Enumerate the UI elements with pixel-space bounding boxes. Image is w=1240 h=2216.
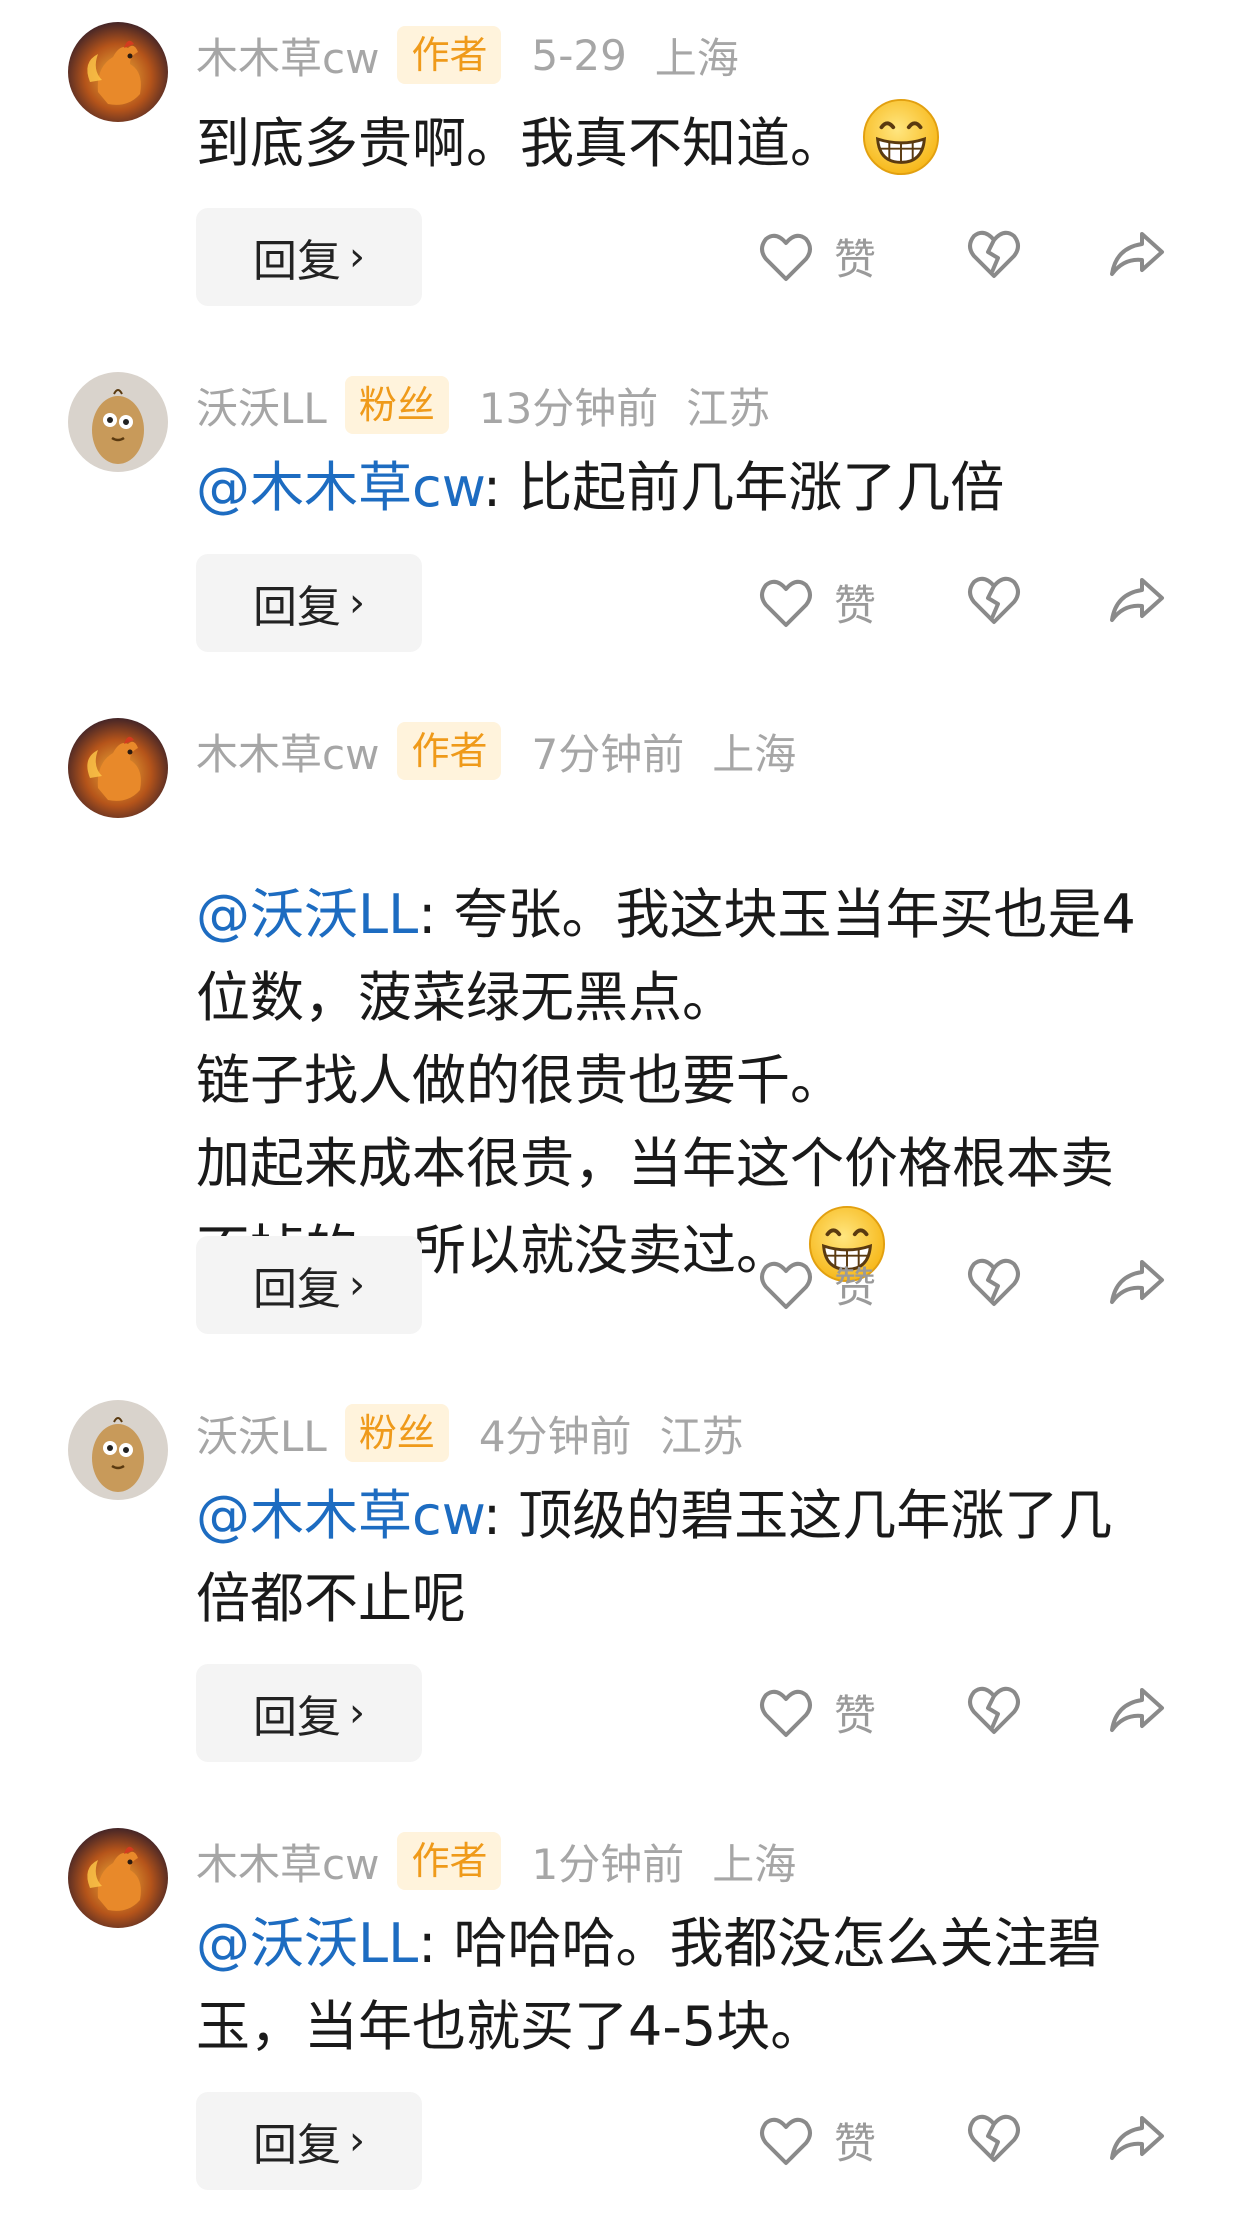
like-button[interactable]: 赞 xyxy=(758,572,876,633)
comment-meta: 木木草cw 作者 7分钟前 上海 xyxy=(196,720,796,782)
comment-meta: 木木草cw 作者 1分钟前 上海 xyxy=(196,1830,796,1892)
comment-text: @沃沃LL: 夸张。我这块玉当年买也是4位数，菠菜绿无黑点。 链子找人做的很贵也… xyxy=(196,790,1166,1292)
like-label: 赞 xyxy=(834,2119,877,2168)
like-button[interactable]: 赞 xyxy=(758,1254,876,1315)
share-button[interactable] xyxy=(1108,574,1166,630)
heart-outline-icon xyxy=(760,1261,812,1309)
comment-meta: 沃沃LL 粉丝 4分钟前 江苏 xyxy=(196,1402,744,1464)
mention-link[interactable]: @木木草cw xyxy=(196,1484,483,1547)
mention-link[interactable]: @沃沃LL xyxy=(196,1912,418,1975)
dislike-button[interactable] xyxy=(966,1256,1022,1312)
avatar[interactable] xyxy=(68,372,168,472)
comment-text: @沃沃LL: 哈哈哈。我都没怎么关注碧玉，当年也就买了4-5块。 xyxy=(196,1902,1166,2068)
timestamp: 4分钟前 xyxy=(478,1411,632,1461)
location: 上海 xyxy=(712,729,797,779)
reply-button[interactable]: 回复 › xyxy=(196,2092,422,2190)
reply-label: 回复 xyxy=(253,236,341,287)
share-arrow-icon xyxy=(1110,578,1164,622)
location: 江苏 xyxy=(686,383,771,433)
comment-content: 到底多贵啊。我真不知道。 xyxy=(196,112,844,175)
broken-heart-icon xyxy=(968,1258,1020,1306)
like-label: 赞 xyxy=(834,1691,877,1740)
like-label: 赞 xyxy=(834,235,877,284)
avatar[interactable] xyxy=(68,1400,168,1500)
timestamp: 5-29 xyxy=(531,30,627,80)
share-button[interactable] xyxy=(1108,1684,1166,1740)
reply-button[interactable]: 回复 › xyxy=(196,208,422,306)
comment-actions: 回复 › 赞 xyxy=(196,1664,1196,1764)
location: 江苏 xyxy=(659,1411,744,1461)
username[interactable]: 沃沃LL xyxy=(196,375,327,436)
avatar[interactable] xyxy=(68,22,168,122)
author-badge: 作者 xyxy=(397,1832,502,1890)
heart-outline-icon xyxy=(760,579,812,627)
username[interactable]: 木木草cw xyxy=(196,721,379,782)
username[interactable]: 木木草cw xyxy=(196,1831,379,1892)
heart-outline-icon xyxy=(760,2117,812,2165)
like-button[interactable]: 赞 xyxy=(758,226,876,287)
comment-meta: 沃沃LL 粉丝 13分钟前 江苏 xyxy=(196,374,770,436)
timestamp: 1分钟前 xyxy=(531,1839,685,1889)
reply-label: 回复 xyxy=(253,582,341,633)
mention-link[interactable]: @沃沃LL xyxy=(196,883,418,946)
dislike-button[interactable] xyxy=(966,2112,1022,2168)
author-badge: 作者 xyxy=(397,722,502,780)
share-arrow-icon xyxy=(1110,1688,1164,1732)
grin-emoji-icon xyxy=(862,98,940,176)
heart-outline-icon xyxy=(760,1689,812,1737)
timestamp: 7分钟前 xyxy=(531,729,685,779)
dislike-button[interactable] xyxy=(966,228,1022,284)
broken-heart-icon xyxy=(968,576,1020,624)
timestamp: 13分钟前 xyxy=(478,383,659,433)
chevron-right-icon: › xyxy=(349,1690,365,1736)
heart-outline-icon xyxy=(760,233,812,281)
like-label: 赞 xyxy=(834,581,877,630)
share-button[interactable] xyxy=(1108,2112,1166,2168)
comment-actions: 回复 › 赞 xyxy=(196,554,1196,654)
author-badge: 作者 xyxy=(397,26,502,84)
reply-label: 回复 xyxy=(253,1264,341,1315)
broken-heart-icon xyxy=(968,1686,1020,1734)
fan-badge: 粉丝 xyxy=(344,1404,449,1462)
broken-heart-icon xyxy=(968,230,1020,278)
avatar[interactable] xyxy=(68,718,168,818)
share-button[interactable] xyxy=(1108,228,1166,284)
comment-actions: 回复 › 赞 xyxy=(196,208,1196,308)
mention-link[interactable]: @木木草cw xyxy=(196,456,483,519)
username[interactable]: 沃沃LL xyxy=(196,1403,327,1464)
reply-label: 回复 xyxy=(253,1692,341,1743)
chevron-right-icon: › xyxy=(349,234,365,280)
chevron-right-icon: › xyxy=(349,2118,365,2164)
share-arrow-icon xyxy=(1110,2116,1164,2160)
broken-heart-icon xyxy=(968,2114,1020,2162)
dislike-button[interactable] xyxy=(966,574,1022,630)
reply-label: 回复 xyxy=(253,2120,341,2171)
reply-button[interactable]: 回复 › xyxy=(196,1664,422,1762)
comment-text: 到底多贵啊。我真不知道。 xyxy=(196,98,1166,185)
comment-actions: 回复 › 赞 xyxy=(196,2092,1196,2192)
share-arrow-icon xyxy=(1110,232,1164,276)
comment-meta: 木木草cw 作者 5-29 上海 xyxy=(196,24,739,86)
comment-actions: 回复 › 赞 xyxy=(196,1236,1196,1336)
reply-button[interactable]: 回复 › xyxy=(196,554,422,652)
chevron-right-icon: › xyxy=(349,580,365,626)
share-arrow-icon xyxy=(1110,1260,1164,1304)
like-button[interactable]: 赞 xyxy=(758,1682,876,1743)
username[interactable]: 木木草cw xyxy=(196,25,379,86)
location: 上海 xyxy=(712,1839,797,1889)
share-button[interactable] xyxy=(1108,1256,1166,1312)
fan-badge: 粉丝 xyxy=(344,376,449,434)
like-label: 赞 xyxy=(834,1263,877,1312)
like-button[interactable]: 赞 xyxy=(758,2110,876,2171)
avatar[interactable] xyxy=(68,1828,168,1928)
chevron-right-icon: › xyxy=(349,1262,365,1308)
reply-button[interactable]: 回复 › xyxy=(196,1236,422,1334)
location: 上海 xyxy=(654,33,739,83)
comment-text: @木木草cw: 比起前几年涨了几倍 xyxy=(196,446,1166,529)
dislike-button[interactable] xyxy=(966,1684,1022,1740)
comment-text: @木木草cw: 顶级的碧玉这几年涨了几倍都不止呢 xyxy=(196,1474,1166,1640)
comment-content: : 比起前几年涨了几倍 xyxy=(482,456,1005,519)
